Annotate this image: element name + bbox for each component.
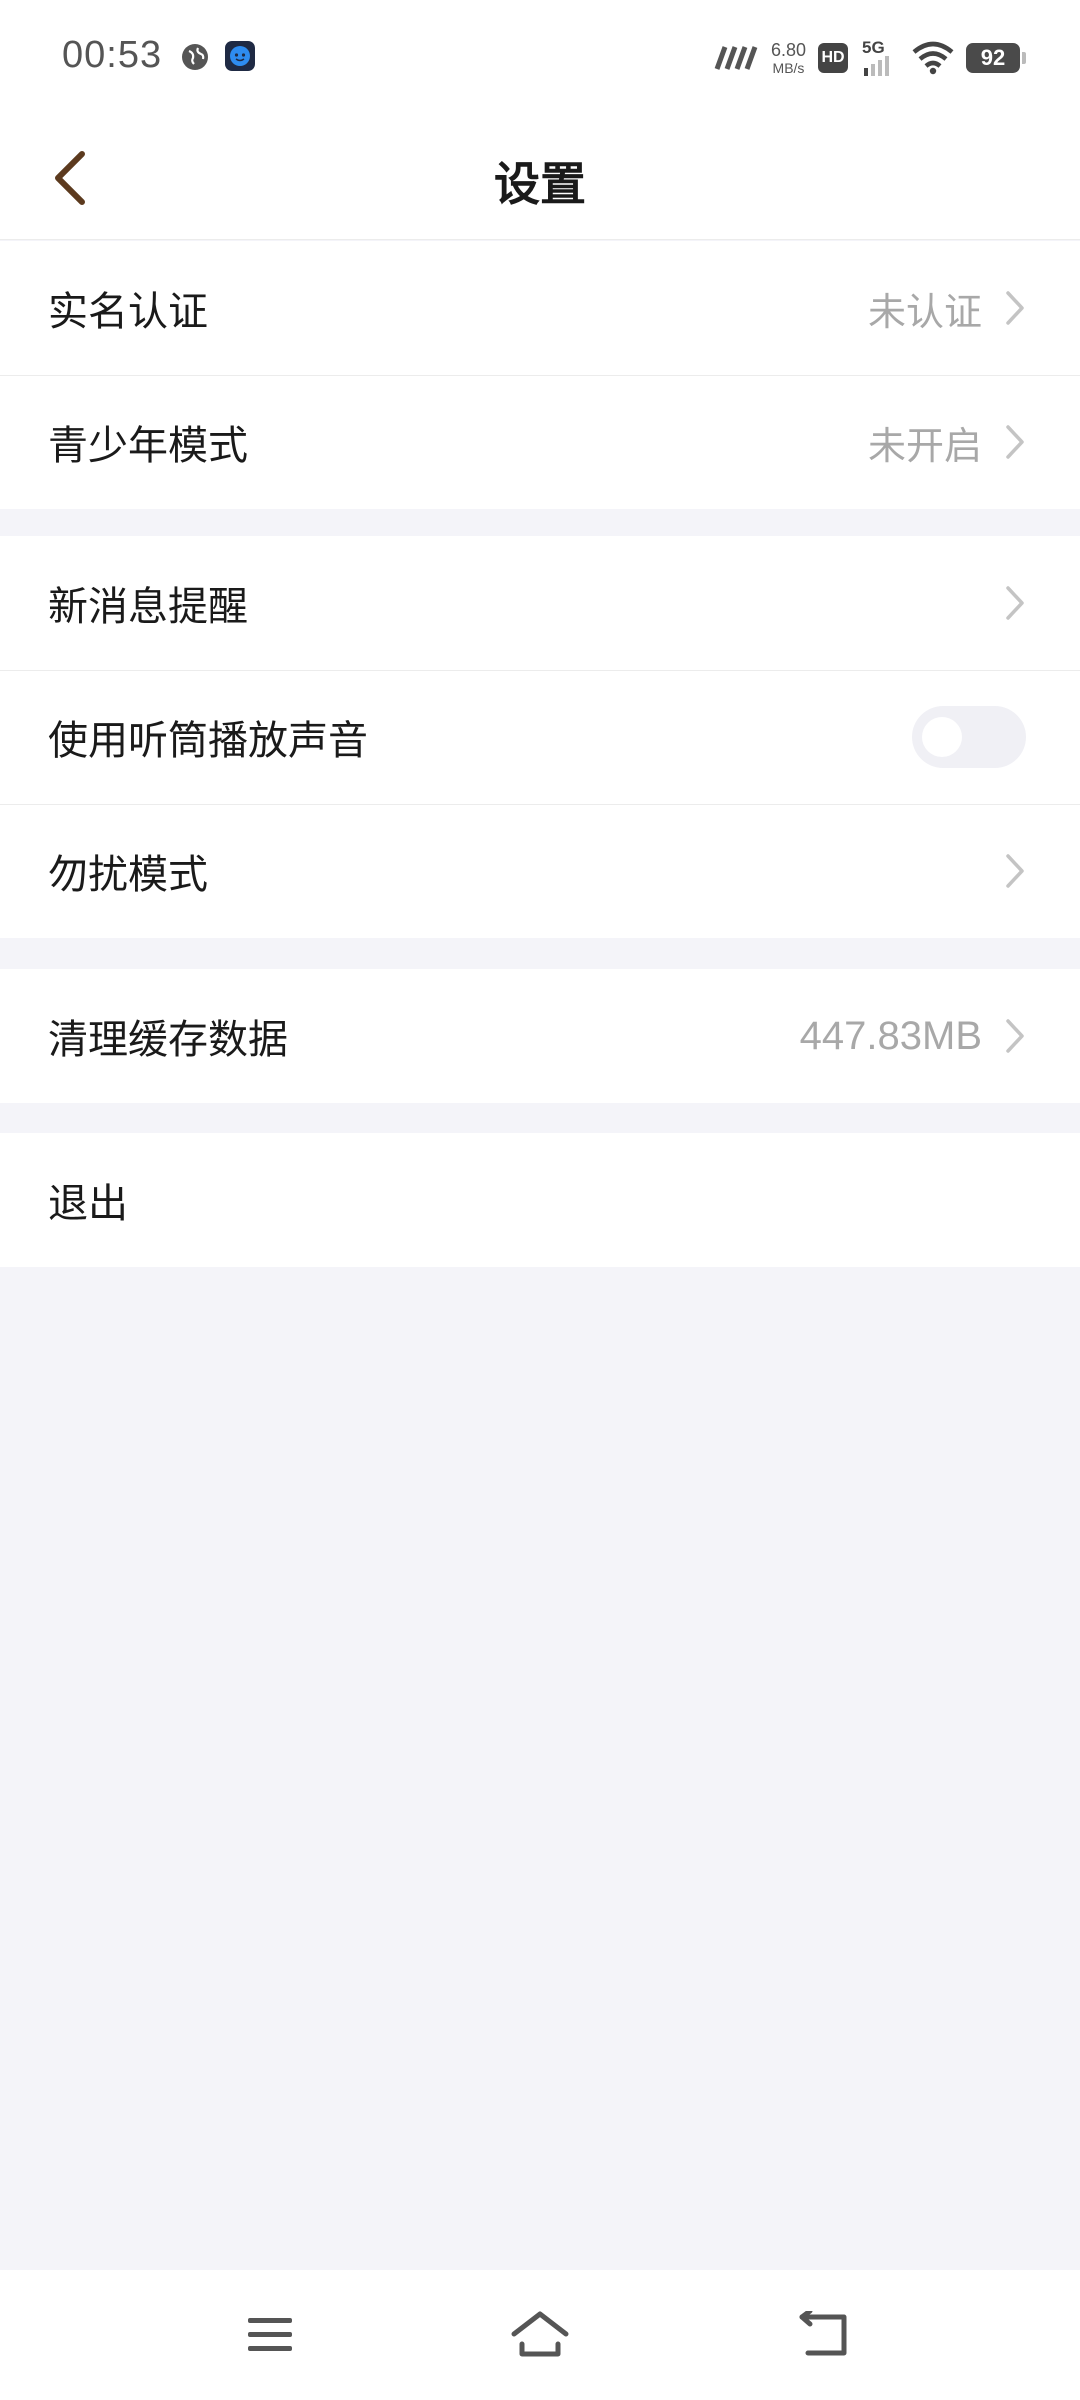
row-label: 青少年模式 [48,423,248,469]
menu-icon [248,2318,292,2351]
do-not-disturb-row[interactable]: 勿扰模式 [0,804,1080,938]
back-arrow-icon [799,2311,847,2356]
notification-group: 新消息提醒 使用听筒播放声音 勿扰模式 [0,536,1080,938]
logout-row[interactable]: 退出 [0,1133,1080,1267]
toggle-knob [922,717,962,757]
page-title: 设置 [494,157,586,211]
storage-group: 清理缓存数据 447.83MB [0,969,1080,1103]
status-time: 00:53 [62,34,163,76]
row-label: 清理缓存数据 [48,1017,288,1063]
nav-bar: 设置 [0,118,1080,240]
logout-label: 退出 [48,1181,128,1227]
system-back-button[interactable] [790,2300,860,2370]
logout-group: 退出 [0,1133,1080,1267]
network-speed-unit: MB/s [772,60,805,76]
cellular-signal-icon: 5G [860,38,900,78]
earpiece-playback-row: 使用听筒播放声音 [0,670,1080,804]
row-label: 新消息提醒 [48,584,248,630]
chevron-right-icon [1000,422,1030,462]
chevron-right-icon [1000,851,1030,891]
system-menu-button[interactable] [235,2300,305,2370]
home-icon [511,2311,569,2357]
row-label: 勿扰模式 [48,852,208,898]
row-label: 实名认证 [48,289,208,335]
hd-badge: HD [818,43,848,73]
real-name-verification-row[interactable]: 实名认证 未认证 [0,241,1080,375]
wifi-icon [912,41,954,75]
battery-indicator: 92 [966,43,1026,73]
new-message-alert-row[interactable]: 新消息提醒 [0,536,1080,670]
clear-cache-row[interactable]: 清理缓存数据 447.83MB [0,969,1080,1103]
chevron-right-icon [1000,1016,1030,1056]
network-speed-value: 6.80 [770,40,806,60]
vibration-icon [714,46,758,70]
account-group: 实名认证 未认证 青少年模式 未开启 [0,241,1080,509]
globe-icon [182,44,208,70]
row-value: 未认证 [867,289,982,334]
app-notification-icon [225,41,255,71]
settings-screen: 00:53 6.80 MB/s HD 5G 92 设置 实名认证 未认证 青少年… [0,0,1080,2400]
cache-size-value: 447.83MB [799,1013,982,1058]
earpiece-toggle[interactable] [912,706,1026,768]
chevron-right-icon [1000,583,1030,623]
row-label: 使用听筒播放声音 [48,718,368,764]
status-bar: 00:53 6.80 MB/s HD 5G 92 [0,0,1080,118]
system-home-button[interactable] [505,2300,575,2370]
row-value: 未开启 [867,423,982,468]
system-nav-bar [0,2270,1080,2400]
teen-mode-row[interactable]: 青少年模式 未开启 [0,375,1080,509]
chevron-right-icon [1000,288,1030,328]
network-speed: 6.80 MB/s [771,41,806,75]
status-indicators: 6.80 MB/s HD 5G 92 [711,36,1026,80]
